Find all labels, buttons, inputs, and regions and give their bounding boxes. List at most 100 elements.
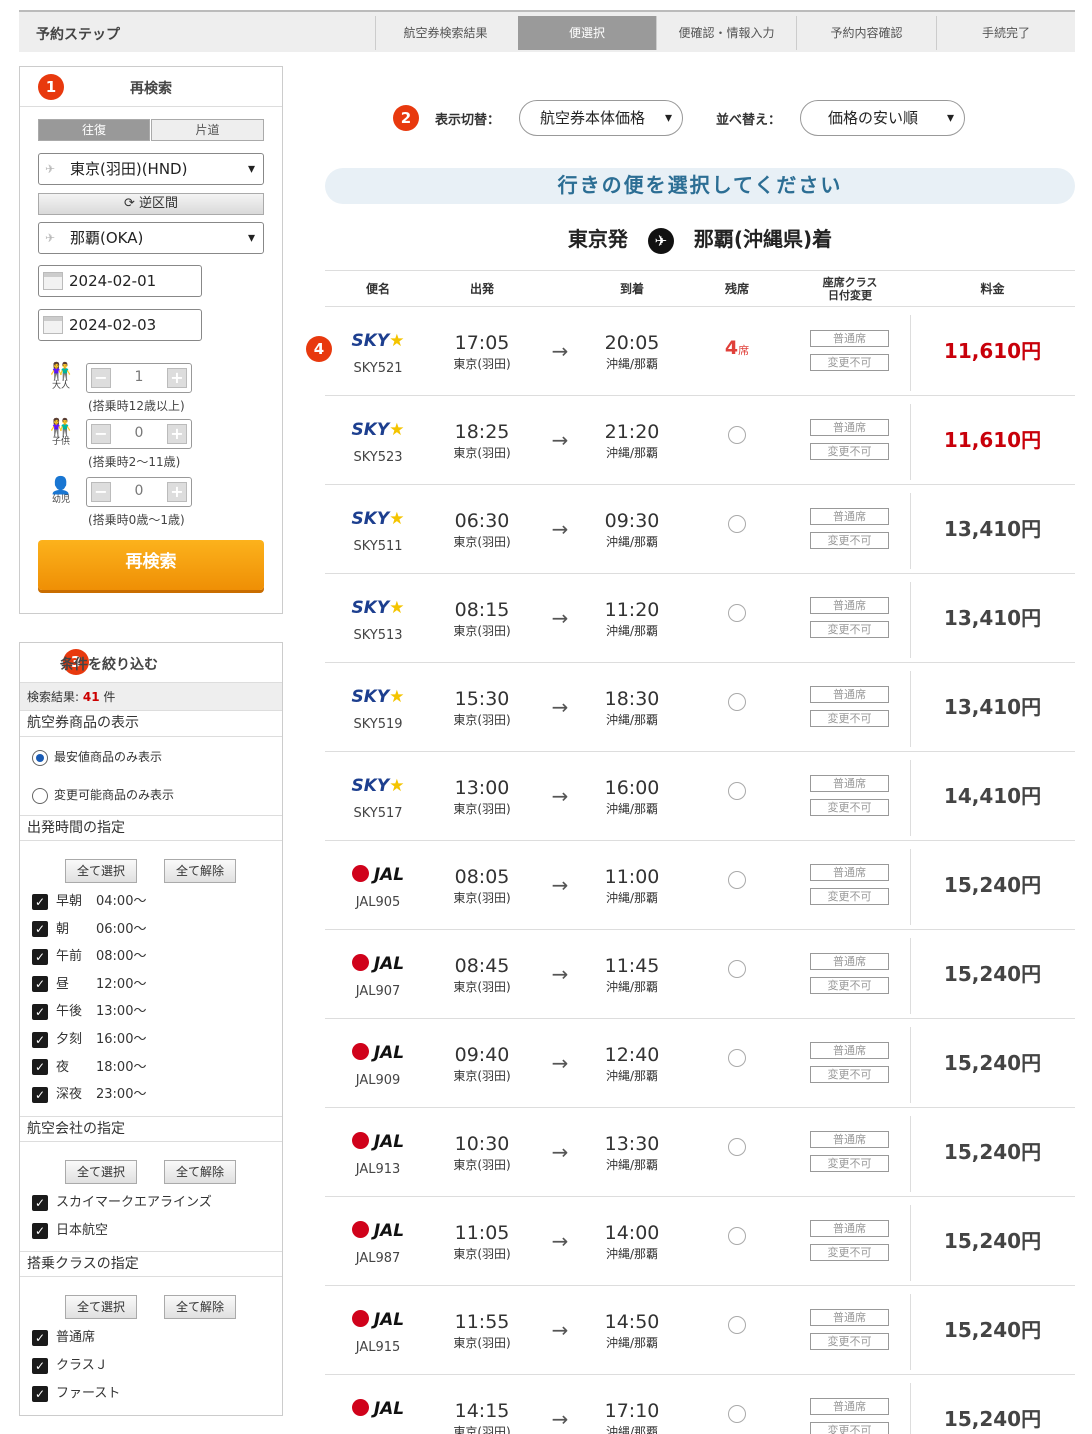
child-count: 0 bbox=[134, 425, 144, 441]
divider bbox=[910, 1027, 911, 1103]
time-select-all-button[interactable]: 全て選択 bbox=[65, 859, 137, 883]
checkbox-checked-icon: ✓ bbox=[32, 948, 48, 965]
depart-airport: 東京(羽田) bbox=[453, 713, 511, 727]
arrive-time: 14:00 bbox=[604, 1222, 660, 1244]
fare-price[interactable]: 11,610円 bbox=[925, 335, 1060, 364]
class-checkbox-first[interactable]: ✓ ファースト bbox=[32, 1385, 120, 1403]
airline-clear-all-button[interactable]: 全て解除 bbox=[164, 1160, 236, 1184]
fare-price[interactable]: 13,410円 bbox=[925, 602, 1060, 631]
skymark-logo-icon: SKY★ bbox=[343, 598, 413, 618]
time-clear-all-button[interactable]: 全て解除 bbox=[164, 859, 236, 883]
fare-price[interactable]: 15,240円 bbox=[925, 1314, 1060, 1343]
swap-route-button[interactable]: ⟳ 逆区間 bbox=[38, 193, 264, 215]
arrow-right-icon: → bbox=[551, 1318, 569, 1342]
flight-row[interactable]: JAL JAL913 10:30 東京(羽田) → 13:30 沖縄/那覇 普通席 変更不可 15… bbox=[325, 1108, 1075, 1197]
origin-select[interactable]: ✈ 東京(羽田)(HND) ▾ bbox=[38, 153, 264, 185]
trip-type-toggle: 往復 片道 bbox=[38, 119, 264, 141]
depart-time: 14:15 bbox=[454, 1400, 510, 1422]
flight-row[interactable]: SKY★ SKY511 06:30 東京(羽田) → 09:30 沖縄/那覇 普通席 変更不可 1… bbox=[325, 485, 1075, 574]
trip-round-button[interactable]: 往復 bbox=[38, 119, 150, 141]
date-change-label: 変更不可 bbox=[810, 1244, 889, 1261]
fare-price[interactable]: 15,240円 bbox=[925, 1136, 1060, 1165]
arrive-time: 17:10 bbox=[604, 1400, 660, 1422]
depart-time: 10:30 bbox=[454, 1133, 510, 1155]
class-select-all-button[interactable]: 全て選択 bbox=[65, 1295, 137, 1319]
adult-plus-button[interactable]: + bbox=[167, 368, 187, 388]
arrow-right-icon: → bbox=[551, 962, 569, 986]
calendar-icon bbox=[43, 272, 63, 290]
time-checkbox-5[interactable]: ✓ 夕刻 16:00〜 bbox=[32, 1031, 146, 1049]
airline-select-all-button[interactable]: 全て選択 bbox=[65, 1160, 137, 1184]
flight-row[interactable]: JAL JAL905 08:05 東京(羽田) → 11:00 沖縄/那覇 普通席 変更不可 15… bbox=[325, 841, 1075, 930]
time-checkbox-7[interactable]: ✓ 深夜 23:00〜 bbox=[32, 1086, 146, 1104]
radio-cheapest[interactable]: 最安値商品のみ表示 bbox=[32, 748, 162, 766]
fare-price[interactable]: 15,240円 bbox=[925, 869, 1060, 898]
class-checkbox-standard[interactable]: ✓ 普通席 bbox=[32, 1329, 95, 1347]
flight-number: SKY523 bbox=[353, 450, 403, 465]
star-icon: ★ bbox=[389, 776, 405, 796]
fare-price[interactable]: 15,240円 bbox=[925, 1403, 1060, 1432]
fare-price[interactable]: 15,240円 bbox=[925, 1225, 1060, 1254]
infant-minus-button[interactable]: − bbox=[91, 482, 111, 502]
adult-stepper: − 1 + bbox=[86, 363, 192, 393]
time-checkbox-1[interactable]: ✓ 朝 06:00〜 bbox=[32, 921, 146, 939]
fare-price[interactable]: 13,410円 bbox=[925, 513, 1060, 542]
airline-checkbox-jal[interactable]: ✓ 日本航空 bbox=[32, 1222, 108, 1240]
time-checkbox-3[interactable]: ✓ 昼 12:00〜 bbox=[32, 976, 146, 994]
research-title: 再検索 bbox=[130, 81, 172, 97]
adult-minus-button[interactable]: − bbox=[91, 368, 111, 388]
trip-oneway-button[interactable]: 片道 bbox=[151, 119, 264, 141]
arrow-right-icon: → bbox=[551, 1051, 569, 1075]
available-circle-icon bbox=[728, 1049, 746, 1067]
pax-infant: 👤 幼児 − 0 + (搭乗時0歳〜1歳) bbox=[44, 477, 284, 533]
time-checkbox-2[interactable]: ✓ 午前 08:00〜 bbox=[32, 948, 146, 966]
jal-logo-icon: JAL bbox=[343, 1132, 413, 1152]
airline-code: JAL bbox=[373, 1310, 405, 1330]
flight-row[interactable]: JAL JAL909 09:40 東京(羽田) → 12:40 沖縄/那覇 普通席 変更不可 15… bbox=[325, 1019, 1075, 1108]
flight-row[interactable]: JAL 14:15 東京(羽田) → 17:10 沖縄/那覇 普通席 変更不可 15,240円 bbox=[325, 1375, 1075, 1434]
time-name: 夜 bbox=[56, 1059, 70, 1075]
flight-row[interactable]: JAL JAL987 11:05 東京(羽田) → 14:00 沖縄/那覇 普通席 変更不可 15… bbox=[325, 1197, 1075, 1286]
fare-price[interactable]: 15,240円 bbox=[925, 958, 1060, 987]
fare-price[interactable]: 14,410円 bbox=[925, 780, 1060, 809]
depart-date-input[interactable]: 2024-02-01 bbox=[38, 265, 202, 297]
destination-select[interactable]: ✈ 那覇(OKA) ▾ bbox=[38, 222, 264, 254]
swap-label: 逆区間 bbox=[139, 196, 179, 211]
flight-row[interactable]: SKY★ SKY519 15:30 東京(羽田) → 18:30 沖縄/那覇 普通席 変更不可 1… bbox=[325, 663, 1075, 752]
flight-row[interactable]: JAL JAL915 11:55 東京(羽田) → 14:50 沖縄/那覇 普通席 変更不可 15… bbox=[325, 1286, 1075, 1375]
badge-4: 4 bbox=[306, 336, 332, 362]
flight-row[interactable]: JAL JAL907 08:45 東京(羽田) → 11:45 沖縄/那覇 普通席 変更不可 15… bbox=[325, 930, 1075, 1019]
display-toggle-select[interactable]: 航空券本体価格 ▾ bbox=[519, 100, 683, 136]
fare-price[interactable]: 15,240円 bbox=[925, 1047, 1060, 1076]
airline-code: JAL bbox=[373, 954, 405, 974]
return-date-input[interactable]: 2024-02-03 bbox=[38, 309, 202, 341]
class-checkbox-classj[interactable]: ✓ クラスＪ bbox=[32, 1357, 108, 1375]
time-checkbox-6[interactable]: ✓ 夜 18:00〜 bbox=[32, 1059, 146, 1077]
research-button[interactable]: 再検索 bbox=[38, 540, 264, 590]
airline-checkbox-skymark[interactable]: ✓ スカイマークエアラインズ bbox=[32, 1194, 212, 1212]
flight-row[interactable]: SKY★ SKY517 13:00 東京(羽田) → 16:00 沖縄/那覇 普通席 変更不可 1… bbox=[325, 752, 1075, 841]
radio-changeable[interactable]: 変更可能商品のみ表示 bbox=[32, 786, 174, 804]
airline-code: JAL bbox=[373, 1132, 405, 1152]
col-arrive: 到着 bbox=[619, 282, 644, 296]
airline-code: JAL bbox=[373, 1399, 405, 1419]
time-checkbox-4[interactable]: ✓ 午後 13:00〜 bbox=[32, 1003, 146, 1021]
time-value: 04:00〜 bbox=[96, 894, 147, 909]
flight-row[interactable]: SKY★ SKY523 18:25 東京(羽田) → 21:20 沖縄/那覇 普通席 変更不可 1… bbox=[325, 396, 1075, 485]
flight-row[interactable]: SKY★ SKY521 17:05 東京(羽田) → 20:05 沖縄/那覇 4席 普通席 変更不… bbox=[325, 307, 1075, 396]
flight-row[interactable]: SKY★ SKY513 08:15 東京(羽田) → 11:20 沖縄/那覇 普通席 変更不可 1… bbox=[325, 574, 1075, 663]
infant-plus-button[interactable]: + bbox=[167, 482, 187, 502]
time-value: 12:00〜 bbox=[96, 976, 147, 992]
fare-price[interactable]: 13,410円 bbox=[925, 691, 1060, 720]
time-checkbox-0[interactable]: ✓ 早朝 04:00〜 bbox=[32, 893, 146, 911]
date-change-label: 変更不可 bbox=[810, 1155, 889, 1172]
child-plus-button[interactable]: + bbox=[167, 424, 187, 444]
arrive-airport: 沖縄/那覇 bbox=[605, 713, 659, 727]
class-clear-all-button[interactable]: 全て解除 bbox=[164, 1295, 236, 1319]
fare-price[interactable]: 11,610円 bbox=[925, 424, 1060, 453]
arrive-airport: 沖縄/那覇 bbox=[605, 1425, 659, 1434]
child-minus-button[interactable]: − bbox=[91, 424, 111, 444]
sort-order-select[interactable]: 価格の安い順 ▾ bbox=[800, 100, 965, 136]
depart-time: 13:00 bbox=[454, 777, 510, 799]
arrive-airport: 沖縄/那覇 bbox=[605, 624, 659, 638]
